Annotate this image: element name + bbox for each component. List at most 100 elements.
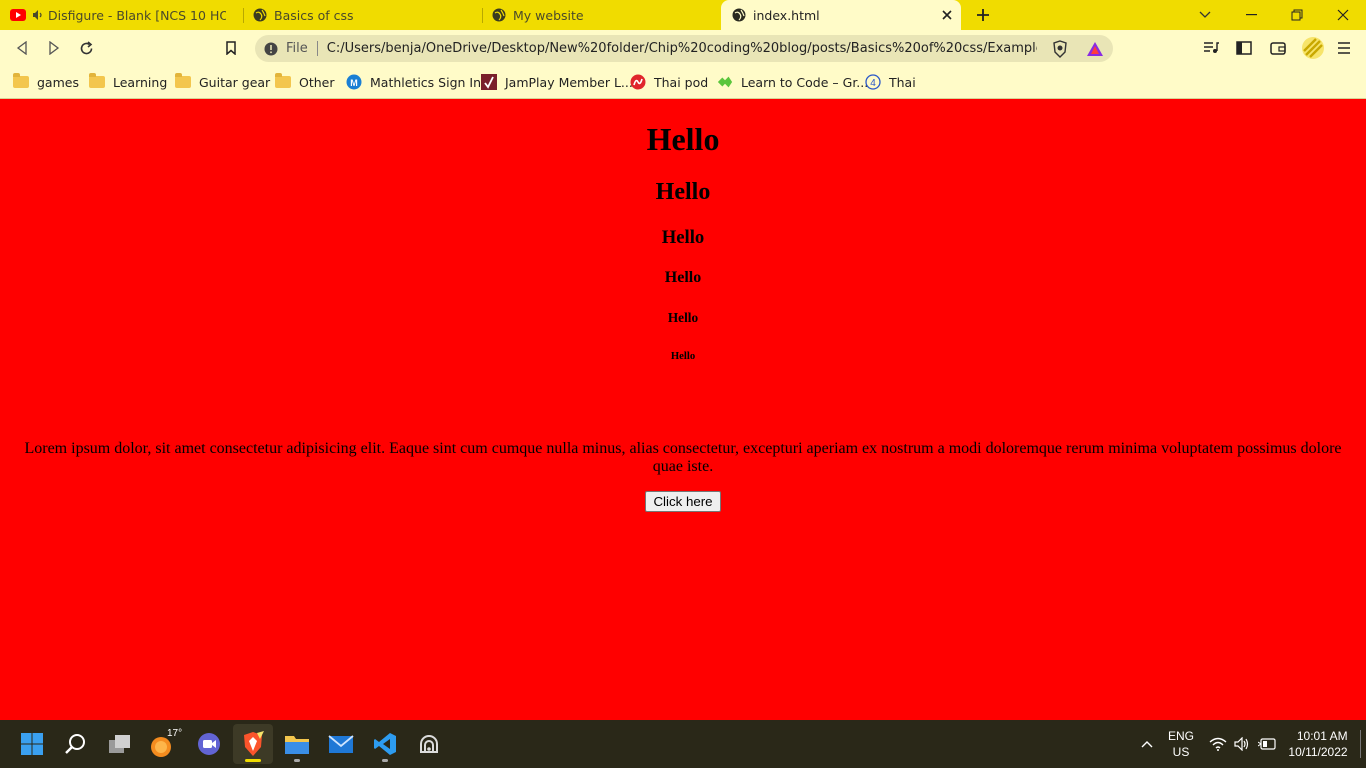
bookmark-mathletics[interactable]: M Mathletics Sign In xyxy=(346,71,481,93)
bookmark-label: Guitar gear xyxy=(199,74,271,90)
browser-toolbar: File C:/Users/benja/OneDrive/Desktop/New… xyxy=(0,30,1366,66)
menu-icon[interactable] xyxy=(1334,38,1354,58)
show-hidden-icons-chevron[interactable] xyxy=(1136,720,1158,768)
clock-date: 10/11/2022 xyxy=(1288,745,1348,759)
volume-icon[interactable] xyxy=(1232,720,1252,768)
start-button[interactable] xyxy=(12,724,52,764)
bookmark-label: JamPlay Member L... xyxy=(505,74,633,90)
tab-title: Disfigure - Blank [NCS 10 HOUR] - xyxy=(48,7,226,23)
globe-icon xyxy=(731,7,747,23)
heading-3: Hello xyxy=(661,227,705,248)
running-app-indicator xyxy=(382,759,388,762)
profile-avatar-icon[interactable] xyxy=(1300,35,1326,61)
jamplay-icon xyxy=(481,74,497,90)
bookmark-jamplay[interactable]: JamPlay Member L... xyxy=(481,71,633,93)
heading-1: Hello xyxy=(646,121,720,157)
battery-icon[interactable] xyxy=(1256,720,1278,768)
lorem-paragraph: Lorem ipsum dolor, sit amet consectetur … xyxy=(24,440,1342,475)
tab-title: My website xyxy=(513,7,584,23)
tab-search-chevron-icon[interactable] xyxy=(1182,0,1228,30)
brave-shields-icon[interactable] xyxy=(1048,35,1072,62)
speaker-icon[interactable] xyxy=(32,7,44,23)
folder-icon xyxy=(13,73,29,90)
file-scheme-label: File xyxy=(286,41,308,56)
active-app-indicator xyxy=(245,759,261,762)
bookmark-thai-pod[interactable]: Thai pod xyxy=(630,71,708,93)
vpn-app-icon[interactable] xyxy=(409,724,449,764)
clock[interactable]: 10:01 AM 10/11/2022 xyxy=(1286,720,1350,768)
thai-icon: 4 xyxy=(865,74,881,90)
mathletics-icon: M xyxy=(346,74,362,90)
restore-button[interactable] xyxy=(1274,0,1320,30)
close-window-button[interactable] xyxy=(1320,0,1366,30)
bookmark-learn-to-code[interactable]: Learn to Code – Gr... xyxy=(717,71,868,93)
task-view-icon[interactable] xyxy=(100,724,140,764)
windows-taskbar: 17° ENG US 10:01 AM 10/11/2022 xyxy=(0,720,1366,768)
globe-icon xyxy=(491,7,507,23)
omnibox-divider xyxy=(316,41,318,56)
tab-title: Basics of css xyxy=(274,7,354,23)
tab-basics-of-css[interactable]: Basics of css xyxy=(242,0,482,30)
search-icon[interactable] xyxy=(56,724,96,764)
forward-button[interactable] xyxy=(42,36,66,60)
teams-chat-icon[interactable] xyxy=(189,724,229,764)
folder-icon xyxy=(275,73,291,90)
bookmark-label: Other xyxy=(299,74,335,90)
language-label: ENG xyxy=(1167,729,1194,743)
bookmark-games[interactable]: games xyxy=(13,71,79,93)
svg-text:M: M xyxy=(350,78,358,88)
language-indicator[interactable]: ENG US xyxy=(1163,720,1199,768)
tab-title: index.html xyxy=(753,7,820,23)
bookmark-icon[interactable] xyxy=(219,36,243,60)
folder-icon xyxy=(175,73,191,90)
wifi-icon[interactable] xyxy=(1208,720,1228,768)
weather-widget-icon[interactable]: 17° xyxy=(145,724,185,764)
media-playlist-icon[interactable] xyxy=(1201,38,1221,58)
address-bar[interactable]: File C:/Users/benja/OneDrive/Desktop/New… xyxy=(255,35,1113,62)
info-icon[interactable] xyxy=(264,42,278,56)
bookmark-guitar-gear[interactable]: Guitar gear xyxy=(175,71,270,93)
bookmark-label: Thai pod xyxy=(654,74,709,90)
thaipod-icon xyxy=(630,74,646,90)
file-explorer-icon[interactable] xyxy=(277,724,317,764)
brave-rewards-icon[interactable] xyxy=(1083,35,1107,62)
web-page-viewport: Hello Hello Hello Hello Hello Hello Lore… xyxy=(0,99,1366,720)
globe-icon xyxy=(252,7,268,23)
bookmark-thai[interactable]: 4 Thai xyxy=(865,71,916,93)
youtube-icon xyxy=(10,7,26,23)
mail-icon[interactable] xyxy=(321,724,361,764)
show-desktop-button[interactable] xyxy=(1360,730,1361,758)
wallet-icon[interactable] xyxy=(1268,38,1288,58)
folder-icon xyxy=(89,73,105,90)
heading-2: Hello xyxy=(655,179,711,205)
heading-4: Hello xyxy=(664,269,702,286)
sidebar-icon[interactable] xyxy=(1234,38,1254,58)
svg-text:4: 4 xyxy=(870,78,876,89)
bookmark-label: games xyxy=(37,74,79,90)
heading-6: Hello xyxy=(670,350,696,362)
tab-youtube[interactable]: Disfigure - Blank [NCS 10 HOUR] - xyxy=(0,0,240,30)
minimize-button[interactable] xyxy=(1228,0,1274,30)
running-app-indicator xyxy=(294,759,300,762)
close-tab-icon[interactable] xyxy=(939,7,955,23)
new-tab-button[interactable] xyxy=(972,5,994,25)
codecademy-icon xyxy=(717,74,733,90)
heading-5: Hello xyxy=(667,310,699,325)
tab-index-html[interactable]: index.html xyxy=(721,0,961,30)
bookmark-other[interactable]: Other xyxy=(275,71,335,93)
bookmark-learning[interactable]: Learning xyxy=(89,71,167,93)
brave-browser-taskbar-icon[interactable] xyxy=(233,724,273,764)
bookmark-label: Learning xyxy=(113,74,168,90)
bookmark-label: Thai xyxy=(889,74,916,90)
bookmarks-bar: games Learning Guitar gear Other M Mathl… xyxy=(0,66,1366,99)
vscode-icon[interactable] xyxy=(365,724,405,764)
reload-button[interactable] xyxy=(74,36,98,60)
tab-my-website[interactable]: My website xyxy=(481,0,721,30)
back-button[interactable] xyxy=(10,36,34,60)
bookmark-label: Learn to Code – Gr... xyxy=(741,74,869,90)
url-text[interactable]: C:/Users/benja/OneDrive/Desktop/New%20fo… xyxy=(327,41,1037,56)
click-here-button[interactable]: Click here xyxy=(645,491,721,512)
tab-strip: Disfigure - Blank [NCS 10 HOUR] - Basics… xyxy=(0,0,1366,30)
bookmark-label: Mathletics Sign In xyxy=(370,74,482,90)
clock-time: 10:01 AM xyxy=(1296,729,1348,743)
